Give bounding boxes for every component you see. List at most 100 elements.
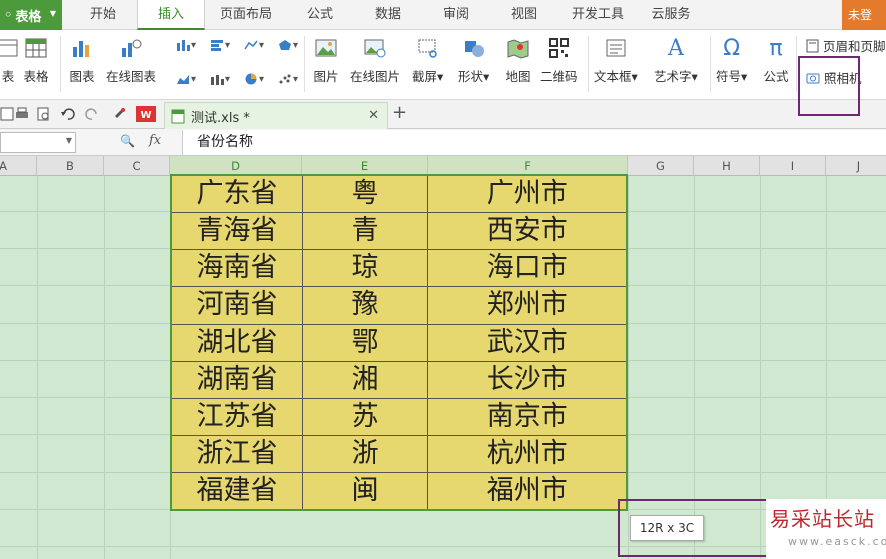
tab-developer[interactable]: 开发工具 xyxy=(562,0,634,30)
line-chart-dropdown[interactable]: ▾ xyxy=(244,36,272,54)
document-tab[interactable]: 测试.xls * ✕ xyxy=(164,102,388,129)
gridline xyxy=(37,176,38,559)
cell[interactable]: 西安市 xyxy=(427,211,628,251)
cell[interactable]: 豫 xyxy=(301,286,429,325)
tab-cloud[interactable]: 云服务 xyxy=(642,0,700,30)
search-icon[interactable]: 🔍 xyxy=(120,134,135,148)
cell[interactable]: 湖北省 xyxy=(170,323,303,362)
screenshot-button[interactable]: 截屏▾ xyxy=(412,34,443,88)
shape-button[interactable]: 形状▾ xyxy=(458,34,489,88)
chevron-down-icon: ▼ xyxy=(49,9,56,18)
formula-button[interactable]: π 公式 xyxy=(762,34,790,88)
close-icon[interactable]: ✕ xyxy=(368,108,379,123)
cell[interactable]: 浙 xyxy=(301,435,429,474)
chart-button[interactable]: 图表 xyxy=(68,34,96,88)
cell[interactable]: 浙江省 xyxy=(170,435,303,474)
bar-chart-dropdown[interactable]: ▾ xyxy=(210,36,238,54)
undo-icon[interactable] xyxy=(60,106,76,122)
pie-chart-icon xyxy=(245,73,257,85)
app-menu-button[interactable]: ◦ 表格 ▼ xyxy=(0,0,62,30)
symbol-button[interactable]: Ω 符号▾ xyxy=(716,34,747,88)
tab-data[interactable]: 数据 xyxy=(360,0,416,30)
tab-page-layout[interactable]: 页面布局 xyxy=(210,0,282,30)
cell[interactable]: 福州市 xyxy=(427,472,628,511)
name-box[interactable]: ▼ xyxy=(0,132,76,153)
pie-chart-dropdown[interactable]: ▾ xyxy=(244,70,272,88)
cell[interactable]: 广州市 xyxy=(427,174,628,213)
online-picture-button[interactable]: 在线图片 xyxy=(350,34,400,88)
radar-chart-dropdown[interactable]: ▾ xyxy=(278,36,306,54)
picture-label: 图片 xyxy=(313,69,339,84)
table-button[interactable]: 表格 xyxy=(22,34,50,88)
cell[interactable]: 湖南省 xyxy=(170,360,303,399)
scatter-chart-dropdown[interactable]: ▾ xyxy=(278,70,306,88)
column-header-f[interactable]: F xyxy=(428,156,628,176)
wordart-button[interactable]: A 艺术字▾ xyxy=(654,34,698,88)
cell[interactable]: 琼 xyxy=(301,249,429,288)
selected-data-range[interactable]: 广东省 粤 广州市 青海省 青 西安市 海南省 琼 海口市 河南省 豫 郑州市 … xyxy=(170,174,628,512)
column-header-a[interactable]: A xyxy=(0,156,37,176)
column-header-i[interactable]: I xyxy=(760,156,826,176)
table-row: 青海省 青 西安市 xyxy=(170,211,628,251)
tab-view[interactable]: 视图 xyxy=(496,0,552,30)
cell[interactable]: 长沙市 xyxy=(427,360,628,399)
textbox-button[interactable]: 文本框▾ xyxy=(594,34,638,88)
qrcode-button[interactable]: 二维码 xyxy=(540,34,578,88)
column-header-b[interactable]: B xyxy=(37,156,104,176)
gridline xyxy=(104,176,105,559)
cell[interactable]: 海口市 xyxy=(427,249,628,288)
column-header-j[interactable]: J xyxy=(826,156,886,176)
new-tab-button[interactable]: + xyxy=(392,102,407,123)
cell[interactable]: 青 xyxy=(301,211,429,251)
textbox-label: 文本框▾ xyxy=(594,69,638,84)
fx-button[interactable]: fx xyxy=(149,133,161,148)
cell[interactable]: 江苏省 xyxy=(170,397,303,437)
tab-home[interactable]: 开始 xyxy=(72,0,134,30)
cell[interactable]: 广东省 xyxy=(170,174,303,213)
column-chart-dropdown[interactable]: ▾ xyxy=(176,36,204,54)
login-button[interactable]: 未登 xyxy=(842,0,886,30)
scatter-chart-icon xyxy=(279,74,291,84)
header-footer-button[interactable]: 页眉和页脚 xyxy=(806,36,886,55)
cell[interactable]: 杭州市 xyxy=(427,435,628,474)
cell[interactable]: 鄂 xyxy=(301,323,429,362)
online-chart-button[interactable]: 在线图表 xyxy=(106,34,156,88)
print-preview-icon[interactable] xyxy=(36,106,52,122)
table-row: 湖南省 湘 长沙市 xyxy=(170,360,628,399)
print-icon[interactable] xyxy=(14,106,30,122)
picture-button[interactable]: 图片 xyxy=(312,34,340,88)
cell[interactable]: 河南省 xyxy=(170,286,303,325)
tab-insert[interactable]: 插入 xyxy=(137,0,205,30)
cell[interactable]: 粤 xyxy=(301,174,429,213)
column-header-h[interactable]: H xyxy=(694,156,760,176)
pivot-table-button[interactable]: 表 xyxy=(0,34,22,88)
cell[interactable]: 武汉市 xyxy=(427,323,628,362)
formula-input[interactable]: 省份名称 xyxy=(182,130,886,155)
stock-chart-dropdown[interactable]: ▾ xyxy=(210,70,238,88)
cell[interactable]: 青海省 xyxy=(170,211,303,251)
textbox-icon xyxy=(602,34,630,62)
svg-text:W: W xyxy=(140,110,151,121)
column-header-c[interactable]: C xyxy=(104,156,170,176)
redo-icon[interactable] xyxy=(84,106,100,122)
cell[interactable]: 湘 xyxy=(301,360,429,399)
cell[interactable]: 福建省 xyxy=(170,472,303,511)
map-button[interactable]: 地图 xyxy=(504,34,532,88)
table-row: 湖北省 鄂 武汉市 xyxy=(170,323,628,362)
tab-review[interactable]: 审阅 xyxy=(428,0,484,30)
column-header-d[interactable]: D xyxy=(170,156,302,176)
tab-formulas[interactable]: 公式 xyxy=(292,0,348,30)
cell[interactable]: 海南省 xyxy=(170,249,303,288)
cell[interactable]: 闽 xyxy=(301,472,429,511)
customize-icon[interactable] xyxy=(112,106,128,122)
cell[interactable]: 苏 xyxy=(301,397,429,437)
divider xyxy=(588,36,589,92)
wps-logo-icon[interactable]: W xyxy=(136,106,158,122)
column-header-g[interactable]: G xyxy=(628,156,694,176)
column-chart-icon xyxy=(177,40,190,51)
cell[interactable]: 郑州市 xyxy=(427,286,628,325)
formula-label: 公式 xyxy=(763,69,789,84)
area-chart-dropdown[interactable]: ▾ xyxy=(176,70,204,88)
column-header-e[interactable]: E xyxy=(302,156,428,176)
cell[interactable]: 南京市 xyxy=(427,397,628,437)
